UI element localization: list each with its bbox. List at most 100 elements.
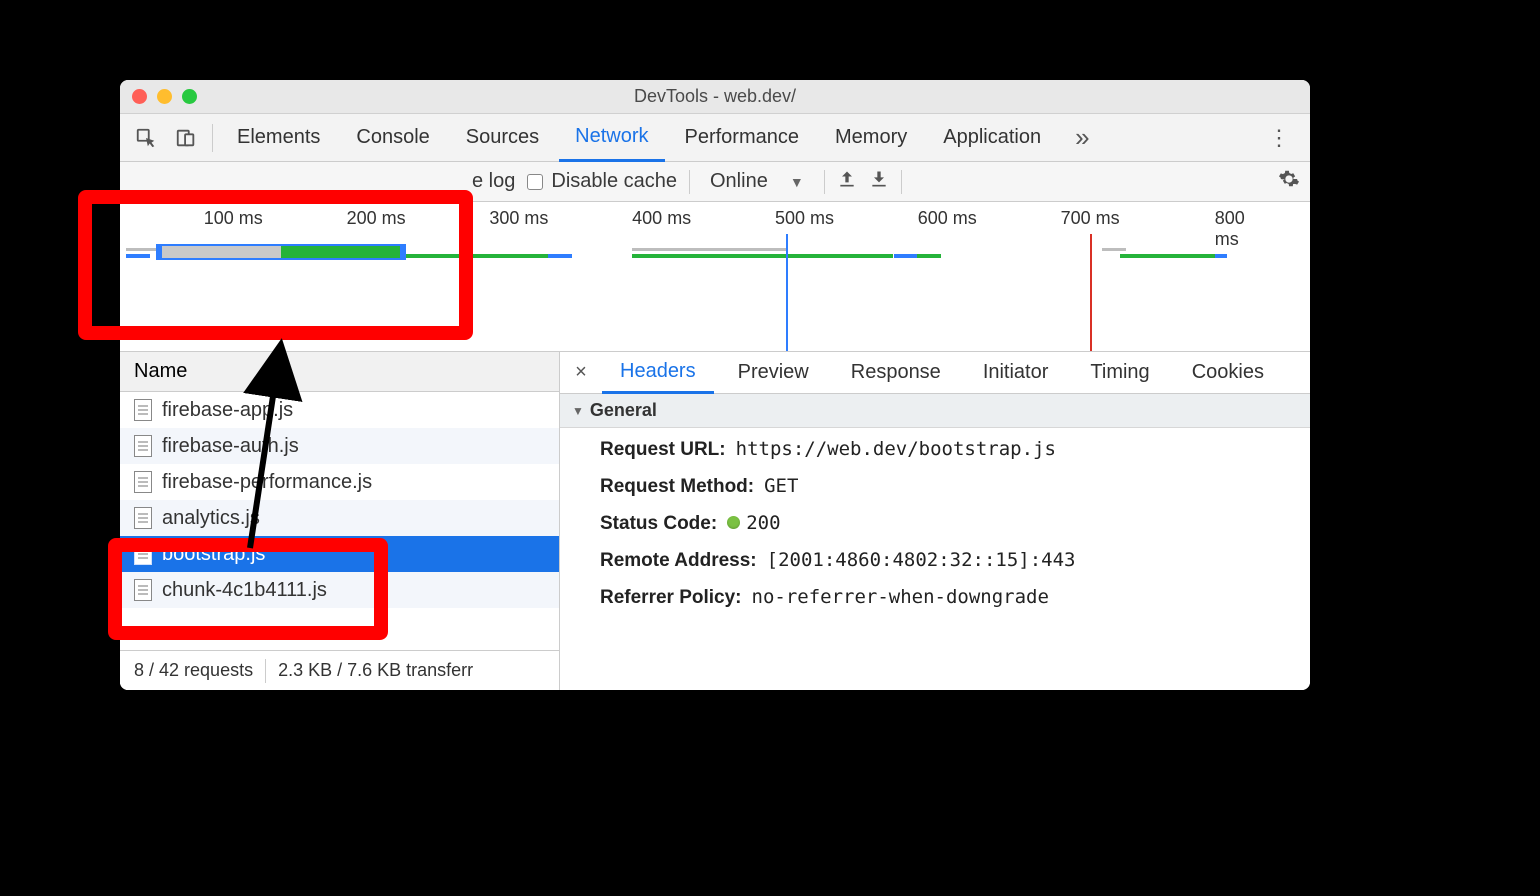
preserve-log-label-partial: e log (472, 170, 515, 193)
file-icon (134, 543, 152, 565)
status-requests: 8 / 42 requests (134, 660, 253, 681)
gear-icon[interactable] (1278, 168, 1300, 196)
request-name: bootstrap.js (162, 543, 265, 566)
kv-key: Request URL: (600, 439, 726, 461)
separator (901, 170, 902, 194)
separator (265, 659, 266, 683)
kv-request-method: Request Method: GET (600, 475, 1290, 498)
detail-tab-timing[interactable]: Timing (1072, 352, 1167, 394)
close-window-button[interactable] (132, 89, 147, 104)
file-icon (134, 399, 152, 421)
devtools-window: DevTools - web.dev/ Elements Console Sou… (120, 80, 1310, 690)
overview-bars (120, 234, 1310, 351)
request-row[interactable]: chunk-4c1b4111.js (120, 572, 559, 608)
request-row[interactable]: firebase-auth.js (120, 428, 559, 464)
tab-memory[interactable]: Memory (819, 114, 923, 162)
traffic-lights (132, 89, 197, 104)
checkbox-icon (527, 174, 543, 190)
general-kv-list: Request URL: https://web.dev/bootstrap.j… (560, 428, 1310, 619)
kv-request-url: Request URL: https://web.dev/bootstrap.j… (600, 438, 1290, 461)
status-bar: 8 / 42 requests 2.3 KB / 7.6 KB transfer… (120, 650, 559, 690)
request-row[interactable]: firebase-performance.js (120, 464, 559, 500)
preserve-log-checkbox[interactable]: e log (472, 170, 515, 193)
detail-tab-headers[interactable]: Headers (602, 352, 714, 394)
kv-value: no-referrer-when-downgrade (752, 586, 1049, 608)
throttle-select[interactable]: Online ▼ (702, 170, 812, 193)
request-row[interactable]: analytics.js (120, 500, 559, 536)
file-icon (134, 579, 152, 601)
file-icon (134, 507, 152, 529)
request-row-selected[interactable]: bootstrap.js (120, 536, 559, 572)
disable-cache-checkbox[interactable]: Disable cache (527, 170, 677, 193)
tab-performance[interactable]: Performance (669, 114, 816, 162)
separator (689, 170, 690, 194)
request-list-pane: Name firebase-app.js firebase-auth.js fi… (120, 352, 560, 690)
request-name: firebase-performance.js (162, 471, 372, 494)
request-row[interactable]: firebase-app.js (120, 392, 559, 428)
tab-console[interactable]: Console (340, 114, 445, 162)
inspect-element-icon[interactable] (128, 120, 164, 156)
split-pane: Name firebase-app.js firebase-auth.js fi… (120, 352, 1310, 690)
detail-tab-cookies[interactable]: Cookies (1174, 352, 1282, 394)
detail-tabs: × Headers Preview Response Initiator Tim… (560, 352, 1310, 394)
tab-elements[interactable]: Elements (221, 114, 336, 162)
section-general-header[interactable]: ▼ General (560, 394, 1310, 428)
tick-label: 200 ms (347, 208, 406, 229)
detail-tab-preview[interactable]: Preview (720, 352, 827, 394)
tick-label: 600 ms (918, 208, 977, 229)
request-name: analytics.js (162, 507, 260, 530)
separator (212, 124, 213, 152)
zoom-window-button[interactable] (182, 89, 197, 104)
kv-referrer-policy: Referrer Policy: no-referrer-when-downgr… (600, 586, 1290, 609)
titlebar: DevTools - web.dev/ (120, 80, 1310, 114)
upload-har-icon[interactable] (837, 169, 857, 195)
status-dot-icon (727, 516, 740, 529)
separator (824, 170, 825, 194)
download-har-icon[interactable] (869, 169, 889, 195)
disable-cache-label: Disable cache (551, 170, 677, 193)
kv-key: Request Method: (600, 476, 754, 498)
caret-down-icon: ▼ (572, 404, 584, 418)
status-transfer: 2.3 KB / 7.6 KB transferr (278, 660, 473, 681)
minimize-window-button[interactable] (157, 89, 172, 104)
column-header-name[interactable]: Name (120, 352, 559, 392)
kv-remote-address: Remote Address: [2001:4860:4802:32::15]:… (600, 549, 1290, 572)
detail-tab-response[interactable]: Response (833, 352, 959, 394)
request-name: chunk-4c1b4111.js (162, 579, 327, 602)
tick-label: 400 ms (632, 208, 691, 229)
panel-tabs: Elements Console Sources Network Perform… (120, 114, 1310, 162)
request-name: firebase-auth.js (162, 435, 299, 458)
kv-value: GET (764, 475, 798, 497)
tick-label: 500 ms (775, 208, 834, 229)
tab-sources[interactable]: Sources (450, 114, 555, 162)
section-title: General (590, 400, 657, 421)
tick-label: 300 ms (489, 208, 548, 229)
kv-key: Referrer Policy: (600, 587, 742, 609)
kv-value: 200 (727, 512, 780, 534)
more-tabs-icon[interactable]: » (1065, 122, 1099, 153)
window-title: DevTools - web.dev/ (120, 86, 1310, 107)
network-toolbar: e log Disable cache Online ▼ (120, 162, 1310, 202)
device-toolbar-icon[interactable] (168, 120, 204, 156)
kv-value: [2001:4860:4802:32::15]:443 (767, 549, 1076, 571)
status-code-text: 200 (746, 512, 780, 534)
kv-key: Remote Address: (600, 550, 757, 572)
file-icon (134, 471, 152, 493)
settings-menu-icon[interactable]: ⋮ (1256, 125, 1302, 151)
timeline-overview[interactable]: 100 ms 200 ms 300 ms 400 ms 500 ms 600 m… (120, 202, 1310, 352)
file-icon (134, 435, 152, 457)
close-detail-icon[interactable]: × (566, 361, 596, 384)
tab-application[interactable]: Application (927, 114, 1057, 162)
chevron-down-icon: ▼ (790, 174, 804, 190)
request-rows: firebase-app.js firebase-auth.js firebas… (120, 392, 559, 650)
request-name: firebase-app.js (162, 399, 293, 422)
detail-pane: × Headers Preview Response Initiator Tim… (560, 352, 1310, 690)
tick-label: 700 ms (1061, 208, 1120, 229)
kv-status-code: Status Code: 200 (600, 512, 1290, 535)
kv-key: Status Code: (600, 513, 717, 535)
kv-value: https://web.dev/bootstrap.js (736, 438, 1056, 460)
tab-network[interactable]: Network (559, 114, 664, 162)
throttle-label: Online (710, 170, 768, 193)
tick-label: 100 ms (204, 208, 263, 229)
detail-tab-initiator[interactable]: Initiator (965, 352, 1067, 394)
